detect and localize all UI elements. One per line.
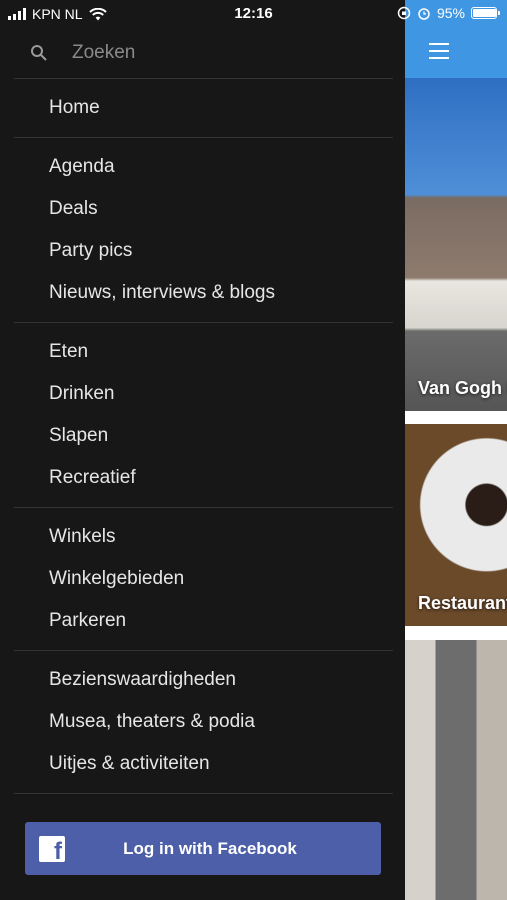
- search-bar: [14, 28, 393, 79]
- hamburger-menu-icon[interactable]: [429, 43, 449, 59]
- card-image[interactable]: [405, 640, 507, 900]
- menu-item[interactable]: Winkelgebieden: [14, 558, 393, 600]
- menu-item[interactable]: Bezienswaardigheden: [14, 659, 393, 701]
- menu-item[interactable]: Deals: [14, 188, 393, 230]
- menu-item[interactable]: Drinken: [14, 373, 393, 415]
- menu-item[interactable]: Musea, theaters & podia: [14, 701, 393, 743]
- battery-percent: 95%: [436, 5, 465, 21]
- menu-group: Eten Drinken Slapen Recreatief: [14, 323, 393, 508]
- facebook-login-label: Log in with Facebook: [123, 838, 297, 858]
- menu-group: Winkels Winkelgebieden Parkeren: [14, 508, 393, 651]
- menu-item[interactable]: Parkeren: [14, 600, 393, 642]
- card-title: Van Gogh H: [418, 378, 507, 398]
- search-input[interactable]: [70, 41, 374, 65]
- menu-group: Agenda Deals Party pics Nieuws, interviews …: [14, 138, 393, 323]
- card-van-gogh[interactable]: Van Gogh H: [405, 78, 507, 411]
- menu-group: Home: [14, 79, 393, 138]
- menu-item[interactable]: Eten: [14, 331, 393, 373]
- card-title: Restaurant: [418, 593, 507, 613]
- alarm-icon: [418, 8, 430, 20]
- menu-group: Bezienswaardigheden Musea, theaters & pod…: [14, 651, 393, 794]
- navigation-drawer: Home AgendaDealsParty picsNieuws, intervi…: [0, 0, 405, 900]
- menu-item[interactable]: Winkels: [14, 516, 393, 558]
- menu-item[interactable]: Recreatief: [14, 457, 393, 499]
- menu-item[interactable]: Party pics: [14, 230, 393, 272]
- status-right: 95%: [397, 5, 500, 21]
- main-content: Van Gogh H Restaurant: [405, 0, 507, 900]
- battery-icon: [471, 7, 500, 19]
- card-restaurant[interactable]: Restaurant: [405, 424, 507, 626]
- status-bar: KPN NL 12:16 95%: [0, 0, 507, 28]
- menu-item[interactable]: Nieuws, interviews & blogs: [14, 272, 393, 314]
- menu-item[interactable]: Home: [14, 87, 393, 129]
- facebook-login-button[interactable]: f Log in with Facebook: [25, 822, 381, 875]
- rotation-lock-icon: [397, 6, 411, 20]
- menu-item[interactable]: Agenda: [14, 146, 393, 188]
- menu-item[interactable]: Uitjes & activiteiten: [14, 743, 393, 785]
- menu-item[interactable]: Slapen: [14, 415, 393, 457]
- search-icon: [31, 45, 47, 61]
- facebook-icon: f: [39, 835, 65, 862]
- drawer-menu: Home Agenda Deals Party pics Nieuws, intervi…: [14, 79, 393, 794]
